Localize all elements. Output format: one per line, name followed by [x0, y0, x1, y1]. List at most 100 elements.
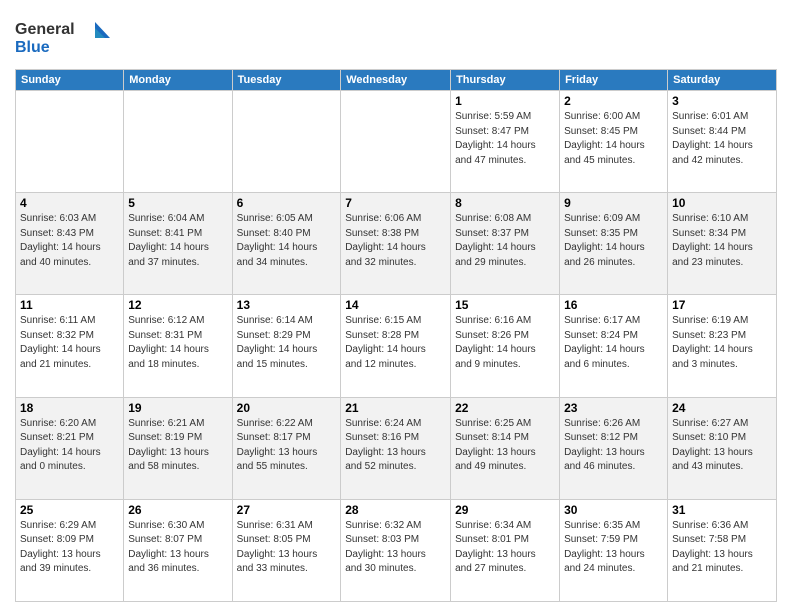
cell-week4-day1: 26Sunrise: 6:30 AMSunset: 8:07 PMDayligh…	[124, 499, 232, 601]
day-info: Sunrise: 6:09 AMSunset: 8:35 PMDaylight:…	[564, 212, 663, 270]
day-number: 24	[672, 401, 772, 415]
day-info: Sunrise: 6:32 AMSunset: 8:03 PMDaylight:…	[345, 519, 446, 577]
col-header-wednesday: Wednesday	[341, 70, 451, 91]
day-info: Sunrise: 6:08 AMSunset: 8:37 PMDaylight:…	[455, 212, 555, 270]
day-info: Sunrise: 6:11 AMSunset: 8:32 PMDaylight:…	[20, 314, 119, 372]
cell-week0-day5: 2 Sunrise: 6:00 AMSunset: 8:45 PMDaylight…	[560, 91, 668, 193]
day-info: Sunrise: 6:01 AMSunset: 8:44 PMDaylight:…	[672, 110, 772, 168]
page: General Blue SundayMondayTuesdayWednesda…	[0, 0, 792, 612]
cell-week0-day4: 1 Sunrise: 5:59 AMSunset: 8:47 PMDaylight…	[451, 91, 560, 193]
day-info: Sunrise: 6:04 AMSunset: 8:41 PMDaylight:…	[128, 212, 227, 270]
day-number: 2	[564, 94, 663, 108]
cell-week0-day6: 3Sunrise: 6:01 AMSunset: 8:44 PMDaylight…	[668, 91, 777, 193]
day-number: 23	[564, 401, 663, 415]
day-number: 7	[345, 196, 446, 210]
cell-week0-day3	[341, 91, 451, 193]
day-info: Sunrise: 5:59 AMSunset: 8:47 PMDaylight:…	[455, 110, 555, 168]
day-number: 6	[237, 196, 337, 210]
cell-week1-day4: 8 Sunrise: 6:08 AMSunset: 8:37 PMDaylight…	[451, 193, 560, 295]
cell-week2-day6: 17 Sunrise: 6:19 AMSunset: 8:23 PMDayligh…	[668, 295, 777, 397]
day-number: 21	[345, 401, 446, 415]
cell-week4-day5: 30 Sunrise: 6:35 AMSunset: 7:59 PMDayligh…	[560, 499, 668, 601]
day-number: 31	[672, 503, 772, 517]
day-info: Sunrise: 6:34 AMSunset: 8:01 PMDaylight:…	[455, 519, 555, 577]
day-number: 12	[128, 298, 227, 312]
logo-text: General Blue	[15, 14, 115, 63]
cell-week3-day1: 19Sunrise: 6:21 AMSunset: 8:19 PMDayligh…	[124, 397, 232, 499]
cell-week3-day3: 21 Sunrise: 6:24 AMSunset: 8:16 PMDayligh…	[341, 397, 451, 499]
day-number: 14	[345, 298, 446, 312]
cell-week4-day0: 25Sunrise: 6:29 AMSunset: 8:09 PMDayligh…	[16, 499, 124, 601]
cell-week1-day1: 5 Sunrise: 6:04 AMSunset: 8:41 PMDaylight…	[124, 193, 232, 295]
day-number: 9	[564, 196, 663, 210]
cell-week3-day6: 24 Sunrise: 6:27 AMSunset: 8:10 PMDayligh…	[668, 397, 777, 499]
col-header-friday: Friday	[560, 70, 668, 91]
day-number: 10	[672, 196, 772, 210]
day-number: 30	[564, 503, 663, 517]
day-number: 22	[455, 401, 555, 415]
day-number: 18	[20, 401, 119, 415]
calendar-table: SundayMondayTuesdayWednesdayThursdayFrid…	[15, 69, 777, 602]
cell-week4-day2: 27Sunrise: 6:31 AMSunset: 8:05 PMDayligh…	[232, 499, 341, 601]
day-info: Sunrise: 6:16 AMSunset: 8:26 PMDaylight:…	[455, 314, 555, 372]
day-info: Sunrise: 6:24 AMSunset: 8:16 PMDaylight:…	[345, 417, 446, 475]
day-info: Sunrise: 6:35 AMSunset: 7:59 PMDaylight:…	[564, 519, 663, 577]
day-number: 29	[455, 503, 555, 517]
cell-week0-day0	[16, 91, 124, 193]
day-info: Sunrise: 6:06 AMSunset: 8:38 PMDaylight:…	[345, 212, 446, 270]
day-info: Sunrise: 6:29 AMSunset: 8:09 PMDaylight:…	[20, 519, 119, 577]
day-info: Sunrise: 6:05 AMSunset: 8:40 PMDaylight:…	[237, 212, 337, 270]
day-info: Sunrise: 6:14 AMSunset: 8:29 PMDaylight:…	[237, 314, 337, 372]
cell-week0-day1	[124, 91, 232, 193]
day-info: Sunrise: 6:00 AMSunset: 8:45 PMDaylight:…	[564, 110, 663, 168]
day-number: 20	[237, 401, 337, 415]
cell-week2-day4: 15 Sunrise: 6:16 AMSunset: 8:26 PMDayligh…	[451, 295, 560, 397]
day-number: 19	[128, 401, 227, 415]
cell-week3-day4: 22 Sunrise: 6:25 AMSunset: 8:14 PMDayligh…	[451, 397, 560, 499]
col-header-tuesday: Tuesday	[232, 70, 341, 91]
day-info: Sunrise: 6:25 AMSunset: 8:14 PMDaylight:…	[455, 417, 555, 475]
day-number: 27	[237, 503, 337, 517]
day-number: 8	[455, 196, 555, 210]
cell-week3-day5: 23 Sunrise: 6:26 AMSunset: 8:12 PMDayligh…	[560, 397, 668, 499]
cell-week1-day2: 6 Sunrise: 6:05 AMSunset: 8:40 PMDaylight…	[232, 193, 341, 295]
cell-week4-day4: 29 Sunrise: 6:34 AMSunset: 8:01 PMDayligh…	[451, 499, 560, 601]
day-number: 26	[128, 503, 227, 517]
day-info: Sunrise: 6:10 AMSunset: 8:34 PMDaylight:…	[672, 212, 772, 270]
col-header-sunday: Sunday	[16, 70, 124, 91]
day-info: Sunrise: 6:20 AMSunset: 8:21 PMDaylight:…	[20, 417, 119, 475]
cell-week1-day3: 7 Sunrise: 6:06 AMSunset: 8:38 PMDaylight…	[341, 193, 451, 295]
day-number: 4	[20, 196, 119, 210]
day-info: Sunrise: 6:03 AMSunset: 8:43 PMDaylight:…	[20, 212, 119, 270]
cell-week4-day6: 31 Sunrise: 6:36 AMSunset: 7:58 PMDayligh…	[668, 499, 777, 601]
day-info: Sunrise: 6:17 AMSunset: 8:24 PMDaylight:…	[564, 314, 663, 372]
cell-week1-day6: 10 Sunrise: 6:10 AMSunset: 8:34 PMDayligh…	[668, 193, 777, 295]
day-info: Sunrise: 6:22 AMSunset: 8:17 PMDaylight:…	[237, 417, 337, 475]
day-info: Sunrise: 6:27 AMSunset: 8:10 PMDaylight:…	[672, 417, 772, 475]
logo: General Blue	[15, 14, 115, 63]
day-info: Sunrise: 6:15 AMSunset: 8:28 PMDaylight:…	[345, 314, 446, 372]
cell-week2-day3: 14 Sunrise: 6:15 AMSunset: 8:28 PMDayligh…	[341, 295, 451, 397]
day-number: 16	[564, 298, 663, 312]
cell-week1-day0: 4 Sunrise: 6:03 AMSunset: 8:43 PMDaylight…	[16, 193, 124, 295]
day-number: 1	[455, 94, 555, 108]
day-number: 17	[672, 298, 772, 312]
cell-week1-day5: 9 Sunrise: 6:09 AMSunset: 8:35 PMDaylight…	[560, 193, 668, 295]
col-header-saturday: Saturday	[668, 70, 777, 91]
day-number: 28	[345, 503, 446, 517]
day-number: 5	[128, 196, 227, 210]
day-info: Sunrise: 6:36 AMSunset: 7:58 PMDaylight:…	[672, 519, 772, 577]
day-number: 13	[237, 298, 337, 312]
cell-week3-day0: 18 Sunrise: 6:20 AMSunset: 8:21 PMDayligh…	[16, 397, 124, 499]
cell-week3-day2: 20 Sunrise: 6:22 AMSunset: 8:17 PMDayligh…	[232, 397, 341, 499]
cell-week4-day3: 28 Sunrise: 6:32 AMSunset: 8:03 PMDayligh…	[341, 499, 451, 601]
header: General Blue	[15, 10, 777, 63]
cell-week0-day2	[232, 91, 341, 193]
day-info: Sunrise: 6:19 AMSunset: 8:23 PMDaylight:…	[672, 314, 772, 372]
day-info: Sunrise: 6:26 AMSunset: 8:12 PMDaylight:…	[564, 417, 663, 475]
cell-week2-day1: 12 Sunrise: 6:12 AMSunset: 8:31 PMDayligh…	[124, 295, 232, 397]
cell-week2-day2: 13 Sunrise: 6:14 AMSunset: 8:29 PMDayligh…	[232, 295, 341, 397]
day-info: Sunrise: 6:12 AMSunset: 8:31 PMDaylight:…	[128, 314, 227, 372]
cell-week2-day5: 16 Sunrise: 6:17 AMSunset: 8:24 PMDayligh…	[560, 295, 668, 397]
day-number: 15	[455, 298, 555, 312]
